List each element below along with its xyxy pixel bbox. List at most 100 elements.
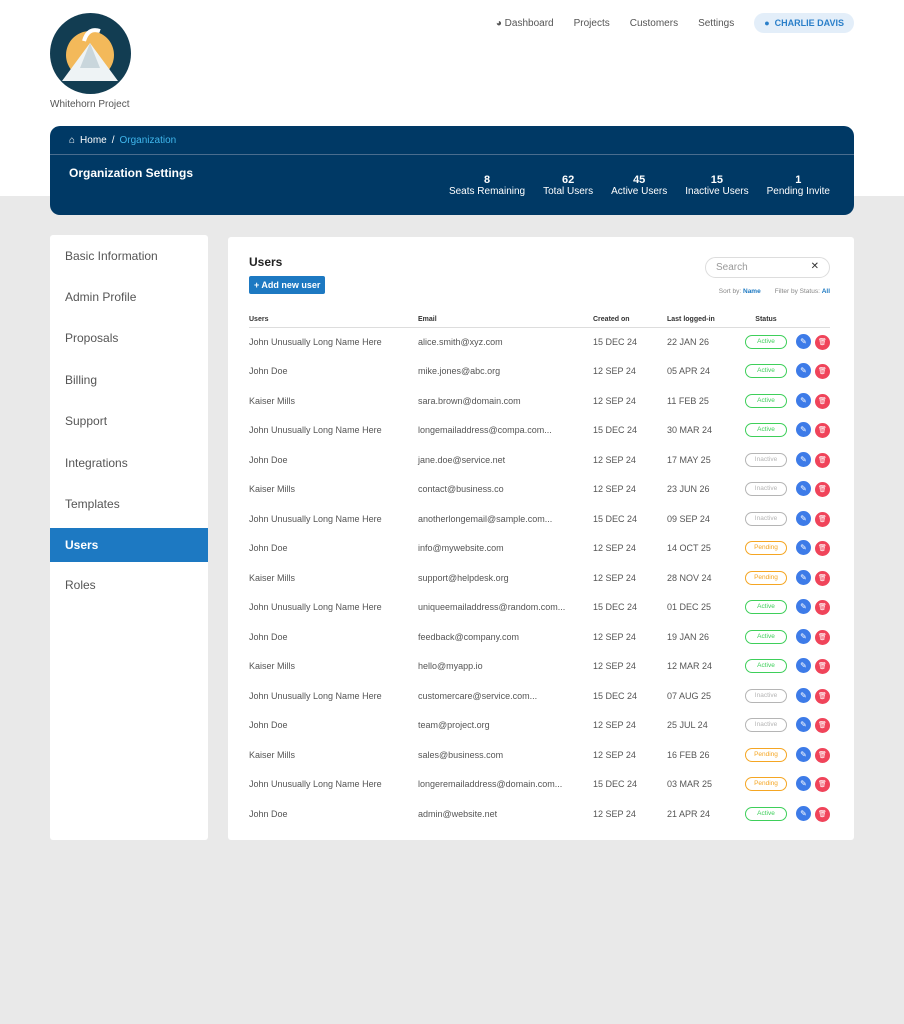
filter-control[interactable]: Filter by Status: All — [775, 288, 830, 295]
table-row[interactable]: Kaiser Millshello@myapp.io12 SEP 2412 MA… — [249, 652, 830, 682]
table-row[interactable]: John Doeinfo@mywebsite.com12 SEP 2414 OC… — [249, 534, 830, 564]
cell: Pending — [741, 740, 791, 770]
edit-icon[interactable]: ✎ — [796, 422, 811, 437]
delete-icon[interactable]: 🗑 — [815, 482, 830, 497]
edit-icon[interactable]: ✎ — [796, 806, 811, 821]
delete-icon[interactable]: 🗑 — [815, 571, 830, 586]
sidebar-item-users[interactable]: Users — [50, 528, 208, 562]
edit-icon[interactable]: ✎ — [796, 570, 811, 585]
delete-icon[interactable]: 🗑 — [815, 453, 830, 468]
table-row[interactable]: John Unusually Long Name Herelongeremail… — [249, 770, 830, 800]
table-row[interactable]: John Unusually Long Name Herelongemailad… — [249, 416, 830, 446]
cell: Kaiser Mills — [249, 386, 418, 416]
home-icon: ⌂ — [69, 135, 75, 146]
column-header[interactable]: Status — [741, 313, 791, 327]
clear-search-icon[interactable]: ✕ — [811, 261, 819, 272]
breadcrumb-home[interactable]: Home — [80, 135, 107, 146]
edit-icon[interactable]: ✎ — [796, 599, 811, 614]
column-header[interactable]: Email — [418, 313, 593, 327]
nav-customers[interactable]: Customers — [630, 18, 678, 29]
edit-icon[interactable]: ✎ — [796, 658, 811, 673]
cell: John Unusually Long Name Here — [249, 593, 418, 623]
delete-icon[interactable]: 🗑 — [815, 630, 830, 645]
table-row[interactable]: John Unusually Long Name Hereuniqueemail… — [249, 593, 830, 623]
search-input[interactable]: Search✕ — [705, 257, 830, 278]
table-row[interactable]: Kaiser Millssales@business.com12 SEP 241… — [249, 740, 830, 770]
stat-label: Inactive Users — [685, 186, 748, 197]
stats: 8Seats Remaining62Total Users45Active Us… — [449, 174, 830, 197]
cell: 12 SEP 24 — [593, 563, 667, 593]
table-row[interactable]: Kaiser Millssara.brown@domain.com12 SEP … — [249, 386, 830, 416]
edit-icon[interactable]: ✎ — [796, 629, 811, 644]
cell: 17 MAY 25 — [667, 445, 741, 475]
edit-icon[interactable]: ✎ — [796, 540, 811, 555]
sidebar-item-proposals[interactable]: Proposals — [50, 318, 208, 359]
nav-projects[interactable]: Projects — [574, 18, 610, 29]
sidebar-item-admin-profile[interactable]: Admin Profile — [50, 276, 208, 317]
table-row[interactable]: John Doefeedback@company.com12 SEP 2419 … — [249, 622, 830, 652]
cell: John Unusually Long Name Here — [249, 327, 418, 357]
nav-dashboard[interactable]: ◕ Dashboard — [496, 18, 554, 29]
table-row[interactable]: John Unusually Long Name Hereanotherlong… — [249, 504, 830, 534]
delete-icon[interactable]: 🗑 — [815, 689, 830, 704]
cell: 12 SEP 24 — [593, 740, 667, 770]
delete-icon[interactable]: 🗑 — [815, 807, 830, 822]
nav-settings[interactable]: Settings — [698, 18, 734, 29]
user-menu[interactable]: ●CHARLIE DAVIS — [754, 13, 854, 33]
delete-icon[interactable]: 🗑 — [815, 748, 830, 763]
delete-icon[interactable]: 🗑 — [815, 364, 830, 379]
cell: 25 JUL 24 — [667, 711, 741, 741]
row-actions: ✎🗑 — [791, 357, 830, 387]
delete-icon[interactable]: 🗑 — [815, 659, 830, 674]
column-header[interactable]: Users — [249, 313, 418, 327]
delete-icon[interactable]: 🗑 — [815, 718, 830, 733]
delete-icon[interactable]: 🗑 — [815, 394, 830, 409]
cell: John Doe — [249, 445, 418, 475]
cell: alice.smith@xyz.com — [418, 327, 593, 357]
table-row[interactable]: John Doejane.doe@service.net12 SEP 2417 … — [249, 445, 830, 475]
brand-logo[interactable] — [50, 13, 131, 94]
row-actions: ✎🗑 — [791, 445, 830, 475]
table-row[interactable]: John Doeteam@project.org12 SEP 2425 JUL … — [249, 711, 830, 741]
column-header[interactable]: Last logged-in — [667, 313, 741, 327]
edit-icon[interactable]: ✎ — [796, 511, 811, 526]
edit-icon[interactable]: ✎ — [796, 393, 811, 408]
edit-icon[interactable]: ✎ — [796, 688, 811, 703]
edit-icon[interactable]: ✎ — [796, 334, 811, 349]
sidebar-item-basic-information[interactable]: Basic Information — [50, 235, 208, 276]
table-row[interactable]: John Doeadmin@website.net12 SEP 2421 APR… — [249, 799, 830, 829]
row-actions: ✎🗑 — [791, 622, 830, 652]
delete-icon[interactable]: 🗑 — [815, 541, 830, 556]
table-row[interactable]: Kaiser Millssupport@helpdesk.org12 SEP 2… — [249, 563, 830, 593]
delete-icon[interactable]: 🗑 — [815, 600, 830, 615]
status-badge: Active — [745, 364, 787, 378]
table-row[interactable]: John Unusually Long Name Herealice.smith… — [249, 327, 830, 357]
sidebar-item-integrations[interactable]: Integrations — [50, 442, 208, 483]
table-row[interactable]: Kaiser Millscontact@business.co12 SEP 24… — [249, 475, 830, 505]
edit-icon[interactable]: ✎ — [796, 363, 811, 378]
cell: feedback@company.com — [418, 622, 593, 652]
delete-icon[interactable]: 🗑 — [815, 335, 830, 350]
edit-icon[interactable]: ✎ — [796, 452, 811, 467]
add-user-button[interactable]: + Add new user — [249, 276, 325, 294]
edit-icon[interactable]: ✎ — [796, 776, 811, 791]
cell: John Unusually Long Name Here — [249, 504, 418, 534]
column-header[interactable]: Created on — [593, 313, 667, 327]
delete-icon[interactable]: 🗑 — [815, 777, 830, 792]
table-row[interactable]: John Doemike.jones@abc.org12 SEP 2405 AP… — [249, 357, 830, 387]
sidebar-item-roles[interactable]: Roles — [50, 565, 208, 606]
sidebar-item-templates[interactable]: Templates — [50, 483, 208, 524]
edit-icon[interactable]: ✎ — [796, 747, 811, 762]
delete-icon[interactable]: 🗑 — [815, 423, 830, 438]
table-row[interactable]: John Unusually Long Name Herecustomercar… — [249, 681, 830, 711]
edit-icon[interactable]: ✎ — [796, 481, 811, 496]
edit-icon[interactable]: ✎ — [796, 717, 811, 732]
cell: 09 SEP 24 — [667, 504, 741, 534]
sort-control[interactable]: Sort by: Name — [719, 288, 761, 295]
sidebar-item-billing[interactable]: Billing — [50, 359, 208, 400]
users-panel: Users + Add new user Search✕ Sort by: Na… — [228, 237, 854, 840]
cell: Active — [741, 357, 791, 387]
cell: Active — [741, 327, 791, 357]
sidebar-item-support[interactable]: Support — [50, 401, 208, 442]
delete-icon[interactable]: 🗑 — [815, 512, 830, 527]
